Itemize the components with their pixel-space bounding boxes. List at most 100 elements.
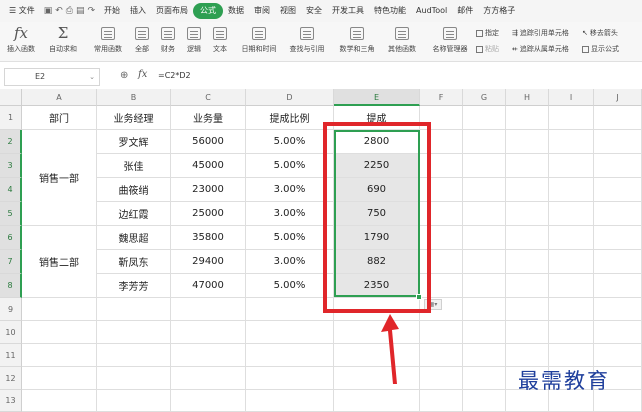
dept-cell-1[interactable]: 销售一部 [22,130,97,226]
empty-cell[interactable] [594,202,642,226]
empty-cell[interactable] [594,106,642,130]
empty-cell[interactable] [246,367,334,390]
fill-handle[interactable] [416,294,422,300]
header-cell-commission[interactable]: 提成 [334,106,420,130]
commission-cell[interactable]: 1790 [334,226,420,250]
empty-cell[interactable] [246,298,334,321]
math-functions-button[interactable]: 数学和三角 [334,22,380,62]
empty-cell[interactable] [463,154,506,178]
row-header-9[interactable]: 9 [0,298,22,321]
commission-cell[interactable]: 690 [334,178,420,202]
row-header-3[interactable]: 3 [0,154,22,178]
row-header-8[interactable]: 8 [0,274,22,298]
empty-cell[interactable] [594,178,642,202]
empty-cell[interactable] [420,250,463,274]
all-functions-button[interactable]: 全部 [130,22,154,62]
auto-fill-options-button[interactable]: ▦▾ [424,299,442,310]
empty-cell[interactable] [420,178,463,202]
rate-cell[interactable]: 3.00% [246,178,334,202]
column-header-j[interactable]: J [594,89,642,106]
empty-cell[interactable] [171,390,246,412]
empty-cell[interactable] [420,390,463,412]
empty-cell[interactable] [420,154,463,178]
empty-cell[interactable] [97,390,171,412]
row-header-10[interactable]: 10 [0,321,22,344]
empty-cell[interactable] [463,202,506,226]
chevron-down-icon[interactable]: ⌄ [89,69,95,85]
tab-home[interactable]: 开始 [99,3,125,19]
empty-cell[interactable] [246,390,334,412]
volume-cell[interactable]: 45000 [171,154,246,178]
empty-cell[interactable] [97,367,171,390]
logical-functions-button[interactable]: 逻辑 [182,22,206,62]
tab-page-layout[interactable]: 页面布局 [151,3,193,19]
empty-cell[interactable] [420,106,463,130]
tab-insert[interactable]: 插入 [125,3,151,19]
empty-cell[interactable] [463,130,506,154]
rate-cell[interactable]: 5.00% [246,226,334,250]
tab-security[interactable]: 安全 [301,3,327,19]
empty-cell[interactable] [171,344,246,367]
empty-cell[interactable] [420,274,463,298]
rate-cell[interactable]: 3.00% [246,202,334,226]
empty-cell[interactable] [506,298,549,321]
row-header-11[interactable]: 11 [0,344,22,367]
autosum-button[interactable]: Σ 自动求和 [42,22,84,62]
column-header-g[interactable]: G [463,89,506,106]
redo-icon[interactable]: ↷ [88,6,96,16]
column-header-h[interactable]: H [506,89,549,106]
empty-cell[interactable] [463,344,506,367]
lookup-functions-button[interactable]: 查找与引用 [284,22,330,62]
column-header-i[interactable]: I [549,89,594,106]
empty-cell[interactable] [246,321,334,344]
empty-cell[interactable] [549,178,594,202]
commission-cell[interactable]: 750 [334,202,420,226]
empty-cell[interactable] [420,202,463,226]
manager-cell[interactable]: 罗文辉 [97,130,171,154]
empty-cell[interactable] [171,367,246,390]
rate-cell[interactable]: 5.00% [246,274,334,298]
tab-view[interactable]: 视图 [275,3,301,19]
formula-input[interactable]: =C2*D2 [158,71,191,80]
name-manager-button[interactable]: 名称管理器 [428,22,472,62]
common-functions-button[interactable]: 常用函数 [86,22,130,62]
empty-cell[interactable] [463,178,506,202]
header-cell-manager[interactable]: 业务经理 [97,106,171,130]
commission-cell-active[interactable]: 2800 [334,130,420,154]
empty-cell[interactable] [594,154,642,178]
empty-cell[interactable] [549,130,594,154]
column-header-e[interactable]: E [334,89,420,106]
empty-cell[interactable] [594,321,642,344]
name-box[interactable]: E2 ⌄ [4,68,100,86]
empty-cell[interactable] [97,344,171,367]
insert-function-button[interactable]: fx 插入函数 [4,22,38,62]
undo-icon[interactable]: ↶ [55,6,63,16]
empty-cell[interactable] [506,250,549,274]
manager-cell[interactable]: 曲筱绡 [97,178,171,202]
empty-cell[interactable] [506,154,549,178]
commission-cell[interactable]: 2250 [334,154,420,178]
empty-cell[interactable] [549,106,594,130]
empty-cell[interactable] [463,106,506,130]
empty-cell[interactable] [463,226,506,250]
empty-cell[interactable] [594,226,642,250]
row-header-6[interactable]: 6 [0,226,22,250]
select-all-corner[interactable] [0,89,22,106]
commission-cell[interactable]: 882 [334,250,420,274]
empty-cell[interactable] [463,274,506,298]
empty-cell[interactable] [22,321,97,344]
column-header-c[interactable]: C [171,89,246,106]
column-header-f[interactable]: F [420,89,463,106]
header-cell-volume[interactable]: 业务量 [171,106,246,130]
column-header-a[interactable]: A [22,89,97,106]
empty-cell[interactable] [22,344,97,367]
column-header-d[interactable]: D [246,89,334,106]
row-header-7[interactable]: 7 [0,250,22,274]
empty-cell[interactable] [463,390,506,412]
fx-icon[interactable]: fx [138,69,147,80]
row-header-4[interactable]: 4 [0,178,22,202]
file-menu[interactable]: ☰ 文件 [4,3,40,19]
empty-cell[interactable] [506,130,549,154]
empty-cell[interactable] [506,344,549,367]
datetime-functions-button[interactable]: 日期和时间 [236,22,282,62]
